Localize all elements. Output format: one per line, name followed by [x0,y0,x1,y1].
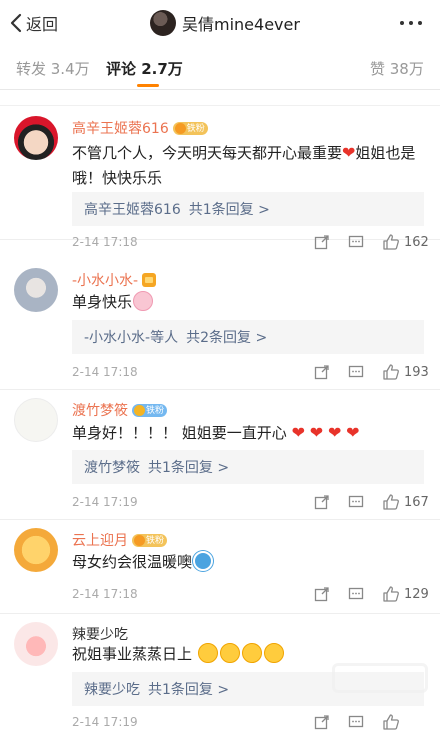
author-avatar[interactable] [150,10,176,36]
fan-badge: 铁粉 [172,121,208,135]
doraemon-emoji [193,551,214,571]
page-title[interactable]: 吴倩mine4ever [150,9,300,37]
author-name: 吴倩mine4ever [182,15,300,34]
reply-preview[interactable]: -小水小水-等人 共2条回复 > [72,320,424,354]
fan-badge: 铁粉 [132,403,168,417]
tab-bar: 转发 3.4万 评论 2.7万 赞 38万 [0,46,440,90]
more-icon[interactable] [400,21,422,25]
vip-icon [142,273,157,287]
avatar[interactable] [14,622,58,666]
like-icon[interactable] [382,363,400,381]
like-count: 193 [404,365,429,380]
tab-active-indicator [137,84,159,87]
heart-emoji: ❤ [291,423,305,442]
share-icon[interactable] [314,586,330,602]
avatar[interactable] [14,528,58,572]
like-count: 167 [404,495,429,510]
comment-username[interactable]: 云上迎月 铁粉 [72,530,168,550]
comment-username[interactable]: 高辛王姬蓉616 铁粉 [72,118,208,138]
reply-preview[interactable]: 高辛王姬蓉616 共1条回复 > [72,192,424,226]
reply-preview[interactable]: 渡竹梦筱 共1条回复 > [72,450,424,484]
like-icon[interactable] [382,713,400,730]
comment-time: 2-14 17:18 [72,587,138,601]
share-icon[interactable] [314,234,330,250]
comment-username[interactable]: -小水小水- [72,270,157,290]
comment-item: -小水小水- 单身快乐 -小水小水-等人 共2条回复 > 2-14 17:18 … [0,260,440,390]
comment-text: 母女约会很温暖噢 [72,550,424,575]
comment-text: 不管几个人，今天明天每天都开心最重要❤姐姐也是哦！快快乐乐 [72,140,424,191]
comment-text: 单身好！！！！ 姐姐要一直开心 ❤ ❤ ❤ ❤ [72,420,424,446]
crying-emoji [263,643,284,663]
share-icon[interactable] [314,494,330,510]
fan-badge: 铁粉 [132,533,168,547]
comment-time: 2-14 17:19 [72,495,138,509]
top-nav: 返回 吴倩mine4ever [0,0,440,46]
pig-emoji [133,291,154,311]
avatar[interactable] [14,268,58,312]
heart-emoji: ❤ [309,423,324,442]
comment-time: 2-14 17:18 [72,365,138,379]
comment-item: 云上迎月 铁粉 母女约会很温暖噢 2-14 17:18 129 [0,520,440,614]
comment-item: 高辛王姬蓉616 铁粉 不管几个人，今天明天每天都开心最重要❤姐姐也是哦！快快乐… [0,106,440,250]
divider [0,90,440,106]
like-icon[interactable] [382,585,400,603]
like-count: 129 [404,587,429,602]
tab-repost[interactable]: 转发 3.4万 [16,58,90,79]
back-label: 返回 [26,15,59,34]
avatar[interactable] [14,398,58,442]
crying-emoji [219,643,240,663]
comment-username[interactable]: 渡竹梦筱 铁粉 [72,400,168,420]
tab-likes[interactable]: 赞 38万 [370,58,424,79]
crying-emoji [241,643,262,663]
like-count: 162 [404,235,429,250]
comment-meta: 2-14 17:18 193 [72,362,429,382]
comment-icon[interactable] [348,586,364,602]
comment-meta: 2-14 17:19 [72,712,426,730]
comment-username[interactable]: 辣要少吃 [72,624,128,644]
comment-icon[interactable] [348,364,364,380]
avatar[interactable] [14,116,58,160]
like-icon[interactable] [382,493,400,511]
comment-meta: 2-14 17:19 167 [72,492,429,512]
comment-meta: 2-14 17:18 162 [72,232,429,252]
watermark-logo [332,663,428,693]
comment-item: 渡竹梦筱 铁粉 单身好！！！！ 姐姐要一直开心 ❤ ❤ ❤ ❤ 渡竹梦筱 共1条… [0,390,440,520]
share-icon[interactable] [314,714,330,730]
like-icon[interactable] [382,233,400,251]
comment-meta: 2-14 17:18 129 [72,584,429,604]
comment-text: 单身快乐 [72,290,424,315]
comment-icon[interactable] [348,234,364,250]
crying-emoji [197,643,218,663]
heart-emoji: ❤ [327,423,342,442]
tab-comments[interactable]: 评论 2.7万 [106,58,183,79]
comment-time: 2-14 17:18 [72,235,138,249]
comment-time: 2-14 17:19 [72,715,138,729]
heart-emoji: ❤ [346,423,360,442]
share-icon[interactable] [314,364,330,380]
chevron-left-icon [10,13,22,33]
comment-icon[interactable] [348,494,364,510]
heart-emoji: ❤ [342,143,356,162]
comment-icon[interactable] [348,714,364,730]
back-button[interactable]: 返回 [10,11,58,35]
